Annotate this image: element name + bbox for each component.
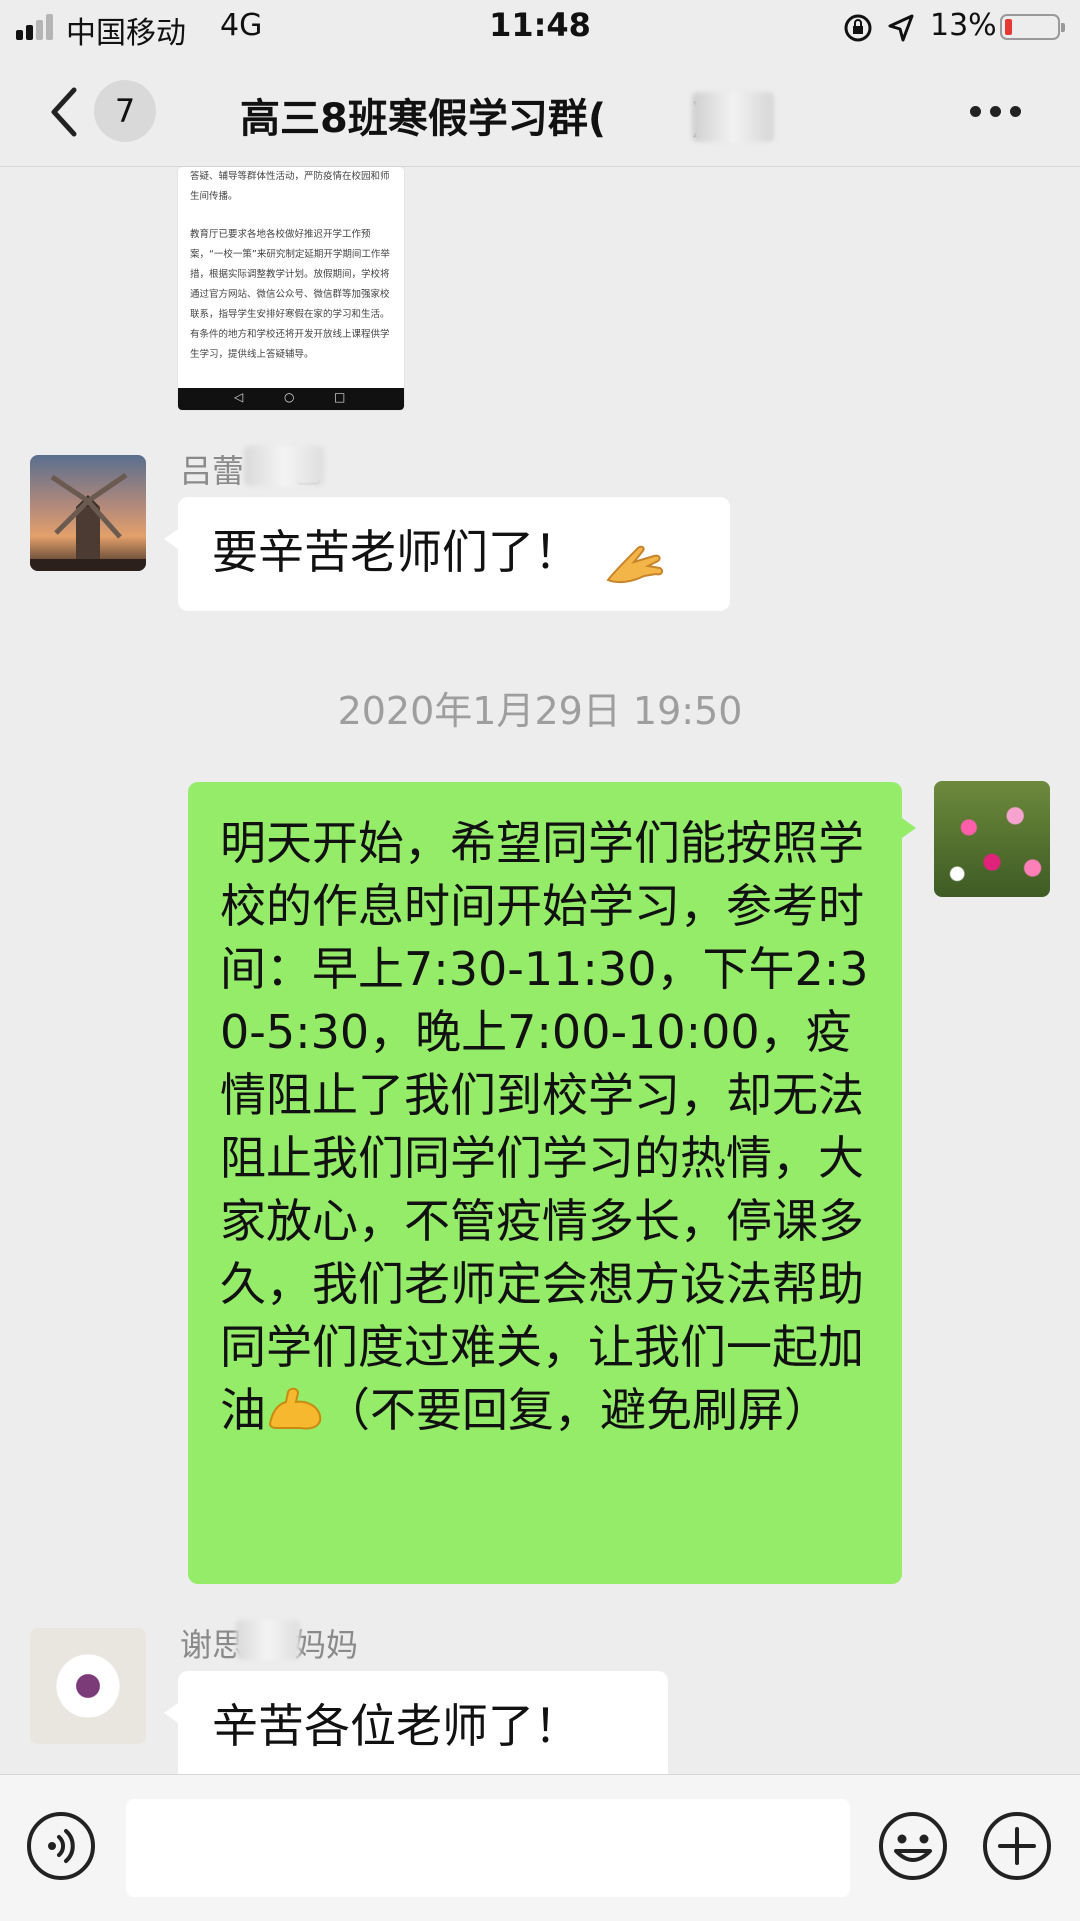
chat-title-text: 高三8班寒假学习群( — [240, 96, 607, 142]
clock: 11:48 — [489, 6, 591, 44]
triangle-icon: ◁ — [234, 390, 244, 404]
message-bubble[interactable]: 辛苦各位老师了！ — [164, 1671, 668, 1783]
status-bar: 中国移动 4G 11:48 13% — [0, 0, 1080, 56]
input-bar — [0, 1774, 1080, 1921]
message-text: （不要回复，避免刷屏） — [324, 1383, 830, 1437]
back-icon[interactable] — [44, 84, 84, 140]
location-icon — [888, 14, 914, 42]
message-input[interactable] — [126, 1799, 850, 1897]
battery-percent: 13% — [930, 8, 997, 43]
message-text: 辛苦各位老师了！ — [212, 1699, 580, 1753]
square-icon: □ — [334, 390, 346, 404]
message-timestamp: 2020年1月29日 19:50 — [337, 689, 743, 733]
image-text-paragraph: 教育厅已要求各地各校做好推迟开学工作预案，“一校一策”来研究制定延期开学期间工作… — [190, 229, 390, 360]
blurred-member-count — [692, 92, 774, 142]
image-phone-navbar: ◁ ○ □ — [178, 388, 404, 410]
message-text: 明天开始，希望同学们能按照学校的作息时间开始学习，参考时间：早上7:30-11:… — [220, 816, 869, 1437]
circle-icon: ○ — [284, 390, 295, 404]
blurred-name — [236, 1620, 300, 1660]
avatar[interactable] — [934, 781, 1050, 897]
message-bubble[interactable]: 明天开始，希望同学们能按照学校的作息时间开始学习，参考时间：早上7:30-11:… — [188, 782, 916, 1584]
image-message[interactable]: 答疑、辅导等群体性活动，严防疫情在校园和师生间传播。 教育厅已要求各地各校做好推… — [178, 167, 404, 410]
avatar[interactable] — [30, 1628, 146, 1744]
more-icon[interactable] — [970, 104, 1022, 120]
unread-count-badge[interactable]: 7 — [94, 80, 156, 142]
avatar[interactable] — [30, 455, 146, 571]
voice-icon[interactable] — [26, 1811, 96, 1881]
emoji-icon[interactable] — [878, 1811, 948, 1881]
image-text-paragraph: 答疑、辅导等群体性活动，严防疫情在校园和师生间传播。 — [190, 171, 390, 202]
message-bubble[interactable]: 要辛苦老师们了！ — [164, 497, 730, 611]
windmill-icon — [30, 472, 146, 571]
orientation-lock-icon — [844, 14, 872, 42]
battery-icon — [1000, 14, 1065, 40]
plus-icon[interactable] — [982, 1811, 1052, 1881]
chat-header: 7 高三8班寒假学习群() — [0, 56, 1080, 167]
blurred-name — [244, 446, 324, 486]
flexed-biceps-icon — [268, 1387, 322, 1430]
battery-level-fill — [1005, 19, 1012, 35]
hands-emoji-icon — [606, 545, 664, 583]
message-text: 要辛苦老师们了！ — [212, 525, 580, 579]
